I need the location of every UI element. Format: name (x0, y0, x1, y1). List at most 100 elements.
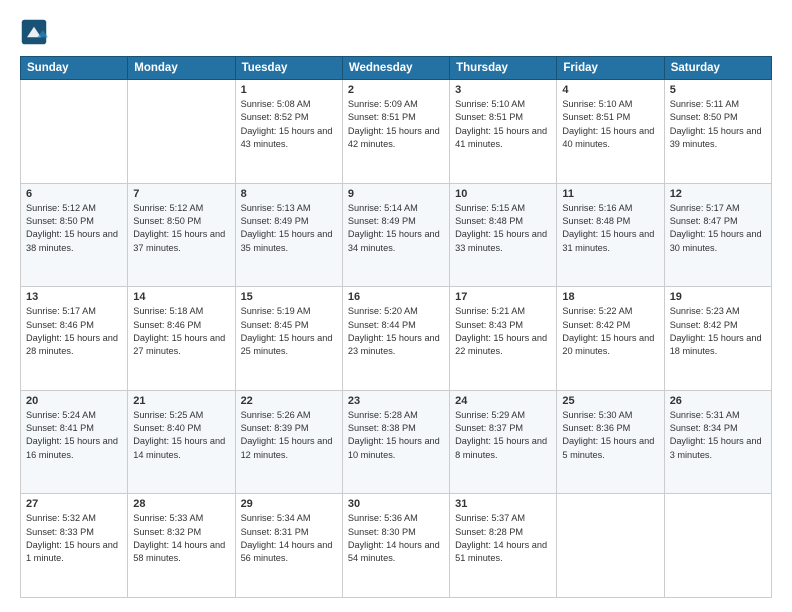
calendar-cell (557, 494, 664, 598)
calendar-cell: 12Sunrise: 5:17 AM Sunset: 8:47 PM Dayli… (664, 183, 771, 287)
day-number: 29 (241, 498, 337, 510)
header-cell-sunday: Sunday (21, 57, 128, 80)
day-number: 19 (670, 291, 766, 303)
day-number: 20 (26, 395, 122, 407)
day-number: 25 (562, 395, 658, 407)
calendar-cell: 16 Sunrise: 5:20 AM Sunset: 8:44 PM Dayli… (342, 287, 449, 391)
day-number: 26 (670, 395, 766, 407)
calendar-cell: 1 Sunrise: 5:08 AM Sunset: 8:52 PM Daylig… (235, 80, 342, 184)
day-info: Sunrise: 5:28 AM Sunset: 8:38 PM Dayligh… (348, 409, 444, 462)
logo-icon (20, 18, 48, 46)
calendar-cell: 18 Sunrise: 5:22 AM Sunset: 8:42 PM Dayli… (557, 287, 664, 391)
day-number: 3 (455, 84, 551, 96)
calendar-cell: 20 Sunrise: 5:24 AM Sunset: 8:41 PM Dayli… (21, 390, 128, 494)
day-info: Sunrise: 5:18 AM Sunset: 8:46 PM Dayligh… (133, 305, 229, 358)
calendar-cell: 25 Sunrise: 5:30 AM Sunset: 8:36 PM Dayli… (557, 390, 664, 494)
day-info: Sunrise: 5:16 AM Sunset: 8:48 PM Dayligh… (562, 202, 658, 255)
day-number: 2 (348, 84, 444, 96)
day-info: Sunrise: 5:24 AM Sunset: 8:41 PM Dayligh… (26, 409, 122, 462)
day-info: Sunrise: 5:15 AM Sunset: 8:48 PM Dayligh… (455, 202, 551, 255)
calendar-table: SundayMondayTuesdayWednesdayThursdayFrid… (20, 56, 772, 598)
day-info: Sunrise: 5:10 AM Sunset: 8:51 PM Dayligh… (562, 98, 658, 151)
calendar-cell: 21Sunrise: 5:25 AM Sunset: 8:40 PM Dayli… (128, 390, 235, 494)
day-number: 5 (670, 84, 766, 96)
day-info: Sunrise: 5:12 AM Sunset: 8:50 PM Dayligh… (26, 202, 122, 255)
day-info: Sunrise: 5:08 AM Sunset: 8:52 PM Dayligh… (241, 98, 337, 151)
calendar-cell: 19 Sunrise: 5:23 AM Sunset: 8:42 PM Dayli… (664, 287, 771, 391)
calendar-cell: 31Sunrise: 5:37 AM Sunset: 8:28 PM Dayli… (450, 494, 557, 598)
calendar-header-row: SundayMondayTuesdayWednesdayThursdayFrid… (21, 57, 772, 80)
calendar-week-row: 27 Sunrise: 5:32 AM Sunset: 8:33 PM Dayli… (21, 494, 772, 598)
day-number: 9 (348, 188, 444, 200)
calendar-week-row: 6 Sunrise: 5:12 AM Sunset: 8:50 PM Daylig… (21, 183, 772, 287)
day-number: 24 (455, 395, 551, 407)
calendar-cell: 23 Sunrise: 5:28 AM Sunset: 8:38 PM Dayli… (342, 390, 449, 494)
calendar-cell: 14 Sunrise: 5:18 AM Sunset: 8:46 PM Dayli… (128, 287, 235, 391)
day-number: 31 (455, 498, 551, 510)
header-cell-friday: Friday (557, 57, 664, 80)
header-cell-saturday: Saturday (664, 57, 771, 80)
day-info: Sunrise: 5:30 AM Sunset: 8:36 PM Dayligh… (562, 409, 658, 462)
day-info: Sunrise: 5:23 AM Sunset: 8:42 PM Dayligh… (670, 305, 766, 358)
calendar-cell: 11 Sunrise: 5:16 AM Sunset: 8:48 PM Dayli… (557, 183, 664, 287)
calendar-week-row: 20 Sunrise: 5:24 AM Sunset: 8:41 PM Dayli… (21, 390, 772, 494)
header-cell-wednesday: Wednesday (342, 57, 449, 80)
calendar-cell: 3 Sunrise: 5:10 AM Sunset: 8:51 PM Daylig… (450, 80, 557, 184)
day-number: 4 (562, 84, 658, 96)
day-info: Sunrise: 5:21 AM Sunset: 8:43 PM Dayligh… (455, 305, 551, 358)
day-info: Sunrise: 5:32 AM Sunset: 8:33 PM Dayligh… (26, 512, 122, 565)
calendar-cell: 27 Sunrise: 5:32 AM Sunset: 8:33 PM Dayli… (21, 494, 128, 598)
day-info: Sunrise: 5:20 AM Sunset: 8:44 PM Dayligh… (348, 305, 444, 358)
calendar-cell: 7Sunrise: 5:12 AM Sunset: 8:50 PM Daylig… (128, 183, 235, 287)
day-info: Sunrise: 5:09 AM Sunset: 8:51 PM Dayligh… (348, 98, 444, 151)
day-number: 23 (348, 395, 444, 407)
calendar-cell: 26 Sunrise: 5:31 AM Sunset: 8:34 PM Dayli… (664, 390, 771, 494)
day-number: 27 (26, 498, 122, 510)
day-number: 10 (455, 188, 551, 200)
calendar-week-row: 13Sunrise: 5:17 AM Sunset: 8:46 PM Dayli… (21, 287, 772, 391)
calendar-cell: 17Sunrise: 5:21 AM Sunset: 8:43 PM Dayli… (450, 287, 557, 391)
day-number: 28 (133, 498, 229, 510)
day-number: 11 (562, 188, 658, 200)
calendar-cell: 30 Sunrise: 5:36 AM Sunset: 8:30 PM Dayli… (342, 494, 449, 598)
calendar-cell: 28 Sunrise: 5:33 AM Sunset: 8:32 PM Dayli… (128, 494, 235, 598)
calendar-cell: 29Sunrise: 5:34 AM Sunset: 8:31 PM Dayli… (235, 494, 342, 598)
calendar-cell: 22 Sunrise: 5:26 AM Sunset: 8:39 PM Dayli… (235, 390, 342, 494)
day-info: Sunrise: 5:22 AM Sunset: 8:42 PM Dayligh… (562, 305, 658, 358)
calendar-cell: 5 Sunrise: 5:11 AM Sunset: 8:50 PM Daylig… (664, 80, 771, 184)
calendar-cell: 6 Sunrise: 5:12 AM Sunset: 8:50 PM Daylig… (21, 183, 128, 287)
day-info: Sunrise: 5:11 AM Sunset: 8:50 PM Dayligh… (670, 98, 766, 151)
day-info: Sunrise: 5:31 AM Sunset: 8:34 PM Dayligh… (670, 409, 766, 462)
day-info: Sunrise: 5:19 AM Sunset: 8:45 PM Dayligh… (241, 305, 337, 358)
calendar-cell: 13Sunrise: 5:17 AM Sunset: 8:46 PM Dayli… (21, 287, 128, 391)
day-number: 14 (133, 291, 229, 303)
day-info: Sunrise: 5:33 AM Sunset: 8:32 PM Dayligh… (133, 512, 229, 565)
day-info: Sunrise: 5:29 AM Sunset: 8:37 PM Dayligh… (455, 409, 551, 462)
calendar-cell: 2 Sunrise: 5:09 AM Sunset: 8:51 PM Daylig… (342, 80, 449, 184)
day-number: 1 (241, 84, 337, 96)
header-cell-monday: Monday (128, 57, 235, 80)
day-info: Sunrise: 5:17 AM Sunset: 8:47 PM Dayligh… (670, 202, 766, 255)
calendar-cell: 15Sunrise: 5:19 AM Sunset: 8:45 PM Dayli… (235, 287, 342, 391)
day-info: Sunrise: 5:13 AM Sunset: 8:49 PM Dayligh… (241, 202, 337, 255)
day-number: 30 (348, 498, 444, 510)
day-number: 18 (562, 291, 658, 303)
calendar-week-row: 1 Sunrise: 5:08 AM Sunset: 8:52 PM Daylig… (21, 80, 772, 184)
calendar-cell: 10 Sunrise: 5:15 AM Sunset: 8:48 PM Dayli… (450, 183, 557, 287)
day-info: Sunrise: 5:17 AM Sunset: 8:46 PM Dayligh… (26, 305, 122, 358)
logo (20, 18, 52, 46)
header (20, 18, 772, 46)
calendar-cell: 9Sunrise: 5:14 AM Sunset: 8:49 PM Daylig… (342, 183, 449, 287)
day-info: Sunrise: 5:26 AM Sunset: 8:39 PM Dayligh… (241, 409, 337, 462)
calendar-cell (21, 80, 128, 184)
day-info: Sunrise: 5:10 AM Sunset: 8:51 PM Dayligh… (455, 98, 551, 151)
day-number: 22 (241, 395, 337, 407)
day-info: Sunrise: 5:36 AM Sunset: 8:30 PM Dayligh… (348, 512, 444, 565)
calendar-cell: 4 Sunrise: 5:10 AM Sunset: 8:51 PM Daylig… (557, 80, 664, 184)
calendar-cell (664, 494, 771, 598)
day-number: 16 (348, 291, 444, 303)
calendar-cell (128, 80, 235, 184)
day-number: 21 (133, 395, 229, 407)
day-number: 8 (241, 188, 337, 200)
day-number: 6 (26, 188, 122, 200)
